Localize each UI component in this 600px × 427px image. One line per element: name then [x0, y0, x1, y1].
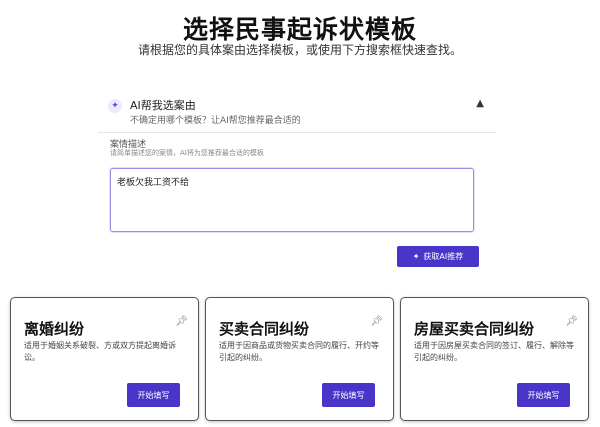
get-ai-recommendation-label: 获取AI推荐	[423, 252, 464, 261]
card-title: 房屋买卖合同纠纷	[414, 320, 535, 338]
start-filling-button[interactable]: 开始填写	[517, 383, 570, 407]
page-subtitle: 请根据您的具体案由选择模板，或使用下方搜索框快速查找。	[137, 43, 462, 57]
sparkle-icon: ✦	[108, 99, 122, 113]
template-card-house-sales-contract[interactable]: 房屋买卖合同纠纷 📌︎ 适用于因房屋买卖合同的签订、履行、解除等引起的纠纷。 开…	[400, 297, 589, 421]
card-title: 买卖合同纠纷	[219, 320, 310, 338]
card-title: 离婚纠纷	[24, 320, 85, 338]
chevron-up-icon[interactable]: ▲	[476, 98, 484, 109]
template-card-sales-contract[interactable]: 买卖合同纠纷 📌︎ 适用于因商品或货物买卖合同的履行、开约等引起的纠纷。 开始填…	[205, 297, 394, 421]
pin-icon[interactable]: 📌︎	[370, 316, 383, 327]
get-ai-recommendation-button[interactable]: ✦ 获取AI推荐	[397, 246, 479, 267]
ai-panel-header[interactable]: ✦ AI帮我选案由 不确定用哪个模板？让AI帮您推荐最合适的 ▲	[98, 90, 496, 133]
card-description: 适用于因商品或货物买卖合同的履行、开约等引起的纠纷。	[219, 341, 379, 362]
card-description: 适用于因房屋买卖合同的签订、履行、解除等引起的纠纷。	[414, 341, 574, 362]
ai-panel-title: AI帮我选案由	[130, 99, 196, 112]
case-description-input[interactable]: 老板欠我工资不给	[110, 168, 474, 232]
start-filling-button[interactable]: 开始填写	[322, 383, 375, 407]
pin-icon[interactable]: 📌︎	[565, 316, 578, 327]
ai-recommend-panel: ✦ AI帮我选案由 不确定用哪个模板？让AI帮您推荐最合适的 ▲ 案情描述 请简…	[98, 90, 496, 260]
ai-panel-hint: 不确定用哪个模板？让AI帮您推荐最合适的	[130, 116, 301, 126]
card-description: 适用于婚姻关系破裂、方或双方提起离婚诉讼。	[24, 341, 176, 362]
template-card-divorce[interactable]: 离婚纠纷 📌︎ 适用于婚姻关系破裂、方或双方提起离婚诉讼。 开始填写	[10, 297, 199, 421]
case-description-help: 请简单描述您的案情，AI将为您推荐最合适的模板	[110, 149, 264, 157]
sparkle-icon: ✦	[412, 252, 420, 261]
pin-icon[interactable]: 📌︎	[175, 316, 188, 327]
start-filling-button[interactable]: 开始填写	[127, 383, 180, 407]
